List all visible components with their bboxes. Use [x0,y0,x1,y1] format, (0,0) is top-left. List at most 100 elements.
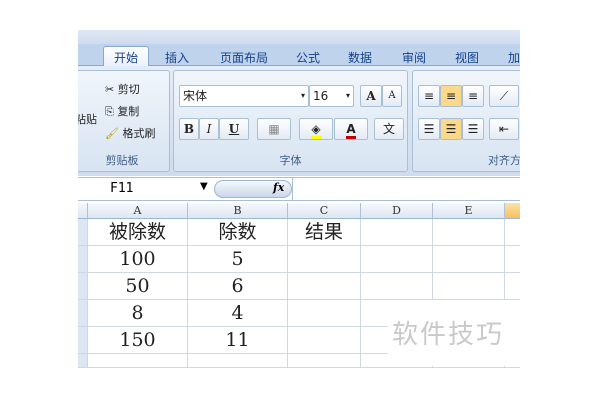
cell[interactable] [361,246,433,273]
cell[interactable] [433,273,505,300]
ribbon-tabs: 开始 插入 页面布局 公式 数据 审阅 视图 加 [78,44,520,68]
scissors-icon: ✂ [105,83,115,96]
orientation-button[interactable]: ⟋ [489,85,519,107]
paste-button[interactable]: 粘贴 [78,111,97,127]
copy-button[interactable]: ⎘ 复制 [105,103,139,119]
clipboard-label: 剪贴板 [105,154,139,167]
bold-button[interactable]: B [179,118,199,140]
borders-button[interactable]: ▦ [257,118,291,140]
column-header-a[interactable]: A [88,203,188,219]
chevron-down-icon: ▾ [300,91,305,100]
watermark: 软件技巧 [388,300,520,366]
brush-icon: 🖌 [105,127,119,140]
cell[interactable] [433,219,505,246]
tab-view[interactable]: 视图 [455,47,479,68]
row-header[interactable] [78,327,88,354]
format-painter-button[interactable]: 🖌 格式刷 [105,125,155,141]
grow-font-button[interactable]: A [360,85,382,107]
tab-insert[interactable]: 插入 [165,47,189,68]
cell[interactable] [88,354,188,368]
italic-button[interactable]: I [199,118,219,140]
align-middle-button[interactable]: ≡ [440,85,462,107]
indent-icon: ⇤ [498,122,510,136]
cell[interactable] [505,219,520,246]
cell[interactable]: 6 [188,273,288,300]
format-painter-label: 格式刷 [122,127,156,140]
tab-page-layout[interactable]: 页面布局 [220,47,268,68]
excel-window: 开始 插入 页面布局 公式 数据 审阅 视图 加 粘贴 ✂ 剪切 ⎘ 复制 🖌 … [78,30,520,368]
tab-review[interactable]: 审阅 [402,47,426,68]
font-color-button[interactable]: A [334,118,368,140]
cell[interactable] [361,273,433,300]
formula-input[interactable] [292,178,520,200]
font-group: 宋体 ▾ 16 ▾ A A B I U ▦ ◈ A 文 字体 [173,70,408,172]
formula-bar: F11 ▼ fx [78,177,520,201]
cell[interactable]: 5 [188,246,288,273]
phonetic-button[interactable]: 文 [374,118,404,140]
indent-button[interactable]: ⇤ [489,118,519,140]
fill-color-button[interactable]: ◈ [299,118,333,140]
shrink-font-button[interactable]: A [382,85,402,107]
align-center-button[interactable]: ☰ [440,118,462,140]
ribbon: 粘贴 ✂ 剪切 ⎘ 复制 🖌 格式刷 剪贴板 宋体 ▾ 16 ▾ A A B I U… [78,66,520,176]
tab-addins[interactable]: 加 [508,47,520,68]
worksheet-grid: A B C D E 被除数 除数 结果 100 5 50 6 8 4 150 11 软件技巧 [78,203,520,368]
row-header[interactable] [78,246,88,273]
align-bottom-icon: ≡ [467,89,479,103]
cell[interactable] [505,273,520,300]
cell[interactable] [505,246,520,273]
cell[interactable]: 11 [188,327,288,354]
cell[interactable]: 结果 [288,219,361,246]
column-header-c[interactable]: C [288,203,361,219]
cell[interactable]: 150 [88,327,188,354]
cell[interactable]: 被除数 [88,219,188,246]
row-header[interactable] [78,219,88,246]
orientation-icon: ⟋ [499,89,509,103]
cell[interactable]: 8 [88,300,188,327]
watermark-text: 软件技巧 [392,320,505,350]
tab-home[interactable]: 开始 [103,46,150,67]
row-header[interactable] [78,354,88,368]
cell[interactable]: 除数 [188,219,288,246]
title-bar [78,30,520,44]
select-all-corner[interactable] [78,203,88,219]
cell[interactable] [361,219,433,246]
cell[interactable]: 50 [88,273,188,300]
font-label: 字体 [279,154,302,167]
cut-button[interactable]: ✂ 剪切 [105,81,140,97]
column-header-b[interactable]: B [188,203,288,219]
align-bottom-button[interactable]: ≡ [462,85,484,107]
chevron-down-icon: ▾ [345,91,350,100]
cell[interactable]: 4 [188,300,288,327]
cell[interactable] [288,300,361,327]
cell[interactable] [433,246,505,273]
row-header[interactable] [78,273,88,300]
column-header-d[interactable]: D [361,203,433,219]
font-name-select[interactable]: 宋体 ▾ [179,85,309,107]
font-name-value: 宋体 [183,89,208,103]
cell[interactable]: 100 [88,246,188,273]
column-header-e[interactable]: E [433,203,505,219]
cell[interactable] [288,327,361,354]
cut-label: 剪切 [117,83,140,96]
align-left-button[interactable]: ☰ [418,118,440,140]
align-top-icon: ≡ [423,89,435,103]
tab-data[interactable]: 数据 [348,47,372,68]
cell[interactable] [288,354,361,368]
name-box-dropdown-icon[interactable]: ▼ [200,181,208,192]
row-header[interactable] [78,300,88,327]
fx-button[interactable]: fx [273,181,284,194]
alignment-label: 对齐方 [488,154,520,167]
cell[interactable] [188,354,288,368]
cell[interactable] [288,246,361,273]
tab-formulas[interactable]: 公式 [296,47,320,68]
align-right-button[interactable]: ☰ [462,118,484,140]
column-header-f[interactable] [505,203,520,219]
font-color-icon: A [346,122,356,139]
underline-button[interactable]: U [219,118,249,140]
align-top-button[interactable]: ≡ [418,85,440,107]
cell[interactable] [288,273,361,300]
paint-bucket-icon: ◈ [311,122,321,139]
font-size-select[interactable]: 16 ▾ [309,85,354,107]
name-box[interactable]: F11 [110,181,133,196]
